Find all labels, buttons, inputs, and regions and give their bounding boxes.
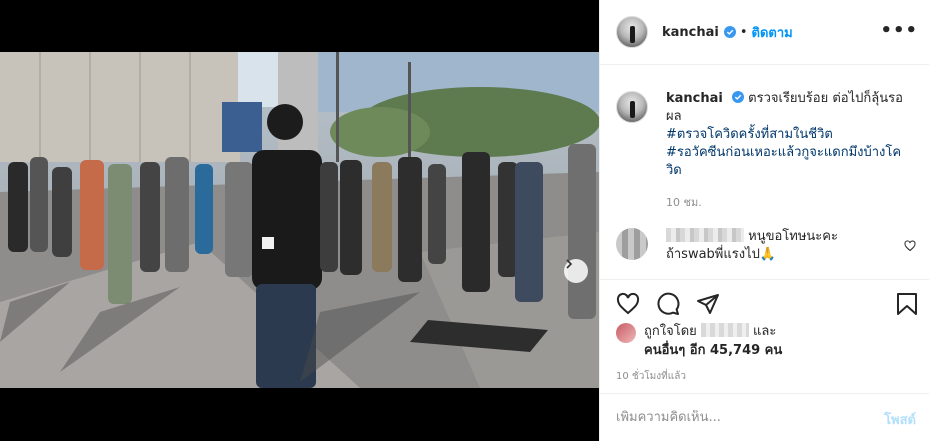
author-avatar[interactable]	[616, 16, 648, 48]
likes-text: ถูกใจโดย และ คนอื่นๆ อีก 45,749 คน	[644, 322, 782, 360]
share-paper-plane-icon[interactable]	[696, 292, 720, 316]
post-media	[0, 0, 599, 441]
commenter-avatar[interactable]	[616, 228, 648, 260]
post-details-panel: kanchai • ติดตาม ••• kanchai ตรวจเรียบร้…	[599, 0, 929, 441]
verified-badge-icon	[732, 91, 745, 103]
caption-username[interactable]: kanchai	[666, 91, 723, 106]
likes-summary: ถูกใจโดย และ คนอื่นๆ อีก 45,749 คน	[616, 322, 782, 360]
save-bookmark-icon[interactable]	[896, 292, 918, 316]
like-comment-heart-icon[interactable]	[904, 240, 916, 252]
likes-others-count[interactable]: คนอื่นๆ อีก 45,749 คน	[644, 343, 782, 358]
like-heart-icon[interactable]	[616, 292, 640, 316]
caption-time: 10 ชม.	[666, 196, 702, 209]
hashtag-link[interactable]: #ตรวจโควิดครั้งที่สามในชีวิต	[666, 126, 906, 144]
comment-body: หนูขอโทษนะคะ ถ้าswabพี่แรงไป🙏	[666, 228, 886, 264]
chevron-right-icon	[566, 259, 573, 269]
caption-body: kanchai ตรวจเรียบร้อย ต่อไปก็ลุ้นรอผล #ต…	[666, 90, 906, 212]
likes-and: และ	[753, 324, 777, 339]
post-header: kanchai • ติดตาม •••	[600, 0, 929, 65]
verified-badge-icon	[723, 26, 736, 38]
post-photo[interactable]	[0, 52, 599, 388]
commenter-username-redacted	[666, 228, 744, 242]
caption-author-avatar[interactable]	[616, 91, 648, 123]
comment-bubble-icon[interactable]	[656, 292, 680, 316]
liker-username-redacted[interactable]	[700, 323, 749, 337]
post-actions-bar	[600, 279, 929, 327]
post-timestamp[interactable]: 10 ชั่วโมงที่แล้ว	[616, 369, 686, 384]
follow-button[interactable]: ติดตาม	[752, 22, 793, 43]
comment-composer: โพสต์	[600, 393, 929, 441]
post-comment-button[interactable]: โพสต์	[884, 409, 916, 430]
author-username[interactable]: kanchai	[662, 25, 719, 40]
hashtag-link[interactable]: #รอวัคซีนก่อนเหอะแล้วกูจะแดกมึงบ้างโควิด	[666, 144, 906, 180]
instagram-post-view: kanchai • ติดตาม ••• kanchai ตรวจเรียบร้…	[0, 0, 929, 441]
next-slide-button[interactable]	[564, 259, 588, 283]
post-caption: kanchai ตรวจเรียบร้อย ต่อไปก็ลุ้นรอผล #ต…	[616, 90, 916, 212]
liker-avatar[interactable]	[616, 323, 636, 343]
comment-item: หนูขอโทษนะคะ ถ้าswabพี่แรงไป🙏	[616, 228, 916, 264]
liked-by-prefix: ถูกใจโดย	[644, 324, 697, 339]
more-options-icon[interactable]: •••	[880, 22, 918, 40]
add-comment-input[interactable]	[616, 410, 846, 425]
header-separator: •	[739, 24, 748, 40]
photo-scene	[0, 52, 599, 388]
